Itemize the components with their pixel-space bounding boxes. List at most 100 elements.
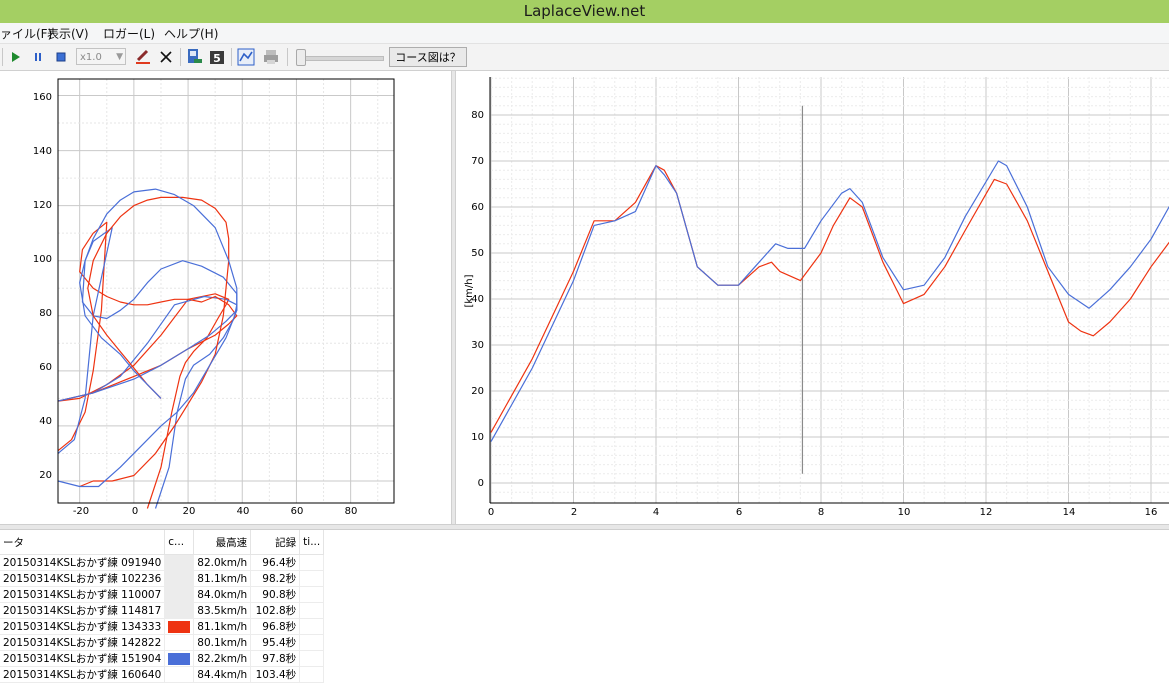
column-header-data[interactable]: ータ — [0, 530, 166, 555]
course-map-chart[interactable]: -20 0 20 40 60 80 160 140 120 100 80 60 … — [0, 71, 451, 524]
chevron-down-icon: ▼ — [116, 52, 123, 62]
table-row[interactable]: 20150314KSLおかず練 102236 81.1km/h 98.2秒 — [0, 570, 325, 587]
row-name-cell[interactable]: 20150314KSLおかず練 110007 — [0, 586, 166, 603]
export-icon[interactable] — [185, 48, 203, 66]
row-record-cell[interactable]: 102.8秒 — [250, 602, 301, 619]
column-header-record[interactable]: 記録 — [250, 530, 301, 555]
row-name-cell[interactable]: 20150314KSLおかず練 151904 — [0, 650, 166, 667]
chart-icon[interactable] — [237, 48, 255, 66]
row-record-cell[interactable]: 103.4秒 — [250, 666, 301, 683]
row-record-cell[interactable]: 98.2秒 — [250, 570, 301, 587]
playback-slider-track[interactable] — [300, 56, 384, 61]
course-y-tick: 100 — [33, 254, 52, 265]
row-time-cell[interactable] — [299, 586, 325, 603]
row-color-cell[interactable] — [164, 586, 195, 603]
row-color-cell[interactable] — [164, 618, 195, 635]
row-color-cell[interactable] — [164, 602, 195, 619]
row-name-cell[interactable]: 20150314KSLおかず練 091940 — [0, 554, 166, 571]
speed-x-tick: 8 — [818, 507, 824, 518]
row-max-speed-cell[interactable]: 81.1km/h — [193, 570, 252, 587]
course-map-x-ticks: -20 0 20 40 60 80 — [73, 506, 358, 517]
window-title: LaplaceView.net — [523, 2, 646, 20]
toolbar-separator — [2, 48, 3, 66]
playback-slider-thumb[interactable] — [296, 49, 306, 66]
course-x-tick: 20 — [183, 506, 196, 517]
table-row[interactable]: 20150314KSLおかず練 142822 80.1km/h 95.4秒 — [0, 634, 325, 651]
menu-view[interactable]: 表示(V) — [47, 25, 89, 42]
blue-speed-line — [490, 160, 1169, 442]
pause-icon[interactable] — [29, 48, 47, 66]
color-swatch[interactable] — [168, 620, 191, 633]
speed-y-ticks: 80 70 60 50 40 30 20 10 0 — [471, 110, 484, 489]
row-name-cell[interactable]: 20150314KSLおかず練 142822 — [0, 634, 166, 651]
data-table: ータ c... 最高速 記録 ti... 20150314KSLおかず練 091… — [0, 530, 325, 683]
row-color-cell[interactable] — [164, 554, 195, 571]
row-max-speed-cell[interactable]: 82.0km/h — [193, 554, 252, 571]
row-record-cell[interactable]: 96.4秒 — [250, 554, 301, 571]
row-color-cell[interactable] — [164, 650, 195, 667]
column-header-max-speed[interactable]: 最高速 — [193, 530, 252, 555]
close-icon[interactable] — [157, 48, 175, 66]
speed-y-tick: 30 — [471, 340, 484, 351]
row-color-cell[interactable] — [164, 570, 195, 587]
toolbar-separator — [231, 48, 232, 66]
row-max-speed-cell[interactable]: 80.1km/h — [193, 634, 252, 651]
row-time-cell[interactable] — [299, 618, 325, 635]
row-max-speed-cell[interactable]: 83.5km/h — [193, 602, 252, 619]
row-time-cell[interactable] — [299, 650, 325, 667]
color-swatch[interactable] — [168, 652, 191, 665]
row-record-cell[interactable]: 96.8秒 — [250, 618, 301, 635]
row-max-speed-cell[interactable]: 82.2km/h — [193, 650, 252, 667]
course-y-tick: 20 — [39, 470, 52, 481]
row-max-speed-cell[interactable]: 84.0km/h — [193, 586, 252, 603]
table-row[interactable]: 20150314KSLおかず練 091940 82.0km/h 96.4秒 — [0, 554, 325, 571]
table-row[interactable]: 20150314KSLおかず練 134333 81.1km/h 96.8秒 — [0, 618, 325, 635]
row-time-cell[interactable] — [299, 602, 325, 619]
menu-logger[interactable]: ロガー(L) — [103, 25, 155, 42]
row-max-speed-cell[interactable]: 81.1km/h — [193, 618, 252, 635]
row-record-cell[interactable]: 97.8秒 — [250, 650, 301, 667]
speed-chart[interactable]: [km/h] 0 2 4 6 8 10 12 14 16 80 70 60 50… — [456, 71, 1169, 524]
menu-help[interactable]: ヘルプ(H) — [164, 25, 218, 42]
course-x-tick: 60 — [291, 506, 304, 517]
table-row[interactable]: 20150314KSLおかず練 110007 84.0km/h 90.8秒 — [0, 586, 325, 603]
speed-x-tick: 10 — [898, 507, 911, 518]
course-y-tick: 140 — [33, 146, 52, 157]
row-record-cell[interactable]: 95.4秒 — [250, 634, 301, 651]
row-time-cell[interactable] — [299, 666, 325, 683]
red-lap-path — [57, 221, 238, 452]
row-time-cell[interactable] — [299, 570, 325, 587]
table-row[interactable]: 20150314KSLおかず練 151904 82.2km/h 97.8秒 — [0, 650, 325, 667]
row-max-speed-cell[interactable]: 84.4km/h — [193, 666, 252, 683]
course-map-y-ticks: 160 140 120 100 80 60 40 20 — [33, 92, 52, 481]
speed-y-tick: 80 — [471, 110, 484, 121]
speed-chart-panel: [km/h] 0 2 4 6 8 10 12 14 16 80 70 60 50… — [456, 71, 1169, 524]
course-y-tick: 160 — [33, 92, 52, 103]
row-color-cell[interactable] — [164, 634, 195, 651]
column-header-time[interactable]: ti... — [299, 530, 325, 555]
zoom-select[interactable]: x1.0 ▼ — [76, 48, 126, 65]
row-color-cell[interactable] — [164, 666, 195, 683]
row-name-cell[interactable]: 20150314KSLおかず練 102236 — [0, 570, 166, 587]
speed-x-tick: 12 — [980, 507, 993, 518]
table-row[interactable]: 20150314KSLおかず練 160640 84.4km/h 103.4秒 — [0, 666, 325, 683]
stop-icon[interactable] — [52, 48, 70, 66]
row-time-cell[interactable] — [299, 554, 325, 571]
table-header-row: ータ c... 最高速 記録 ti... — [0, 530, 325, 555]
row-name-cell[interactable]: 20150314KSLおかず練 160640 — [0, 666, 166, 683]
table-row[interactable]: 20150314KSLおかず練 114817 83.5km/h 102.8秒 — [0, 602, 325, 619]
course-y-tick: 80 — [39, 308, 52, 319]
row-record-cell[interactable]: 90.8秒 — [250, 586, 301, 603]
row-name-cell[interactable]: 20150314KSLおかず練 114817 — [0, 602, 166, 619]
play-icon[interactable] — [6, 48, 24, 66]
pen-icon[interactable] — [134, 48, 152, 66]
course-map-button[interactable]: コース図は？ — [389, 47, 467, 67]
print-icon[interactable] — [262, 48, 280, 66]
number-icon[interactable]: 5 — [208, 48, 226, 66]
column-header-color[interactable]: c... — [164, 530, 195, 555]
row-time-cell[interactable] — [299, 634, 325, 651]
speed-y-tick: 60 — [471, 202, 484, 213]
course-x-tick: 0 — [132, 506, 138, 517]
row-name-cell[interactable]: 20150314KSLおかず練 134333 — [0, 618, 166, 635]
menu-file[interactable]: ァイル(F) — [0, 25, 52, 42]
